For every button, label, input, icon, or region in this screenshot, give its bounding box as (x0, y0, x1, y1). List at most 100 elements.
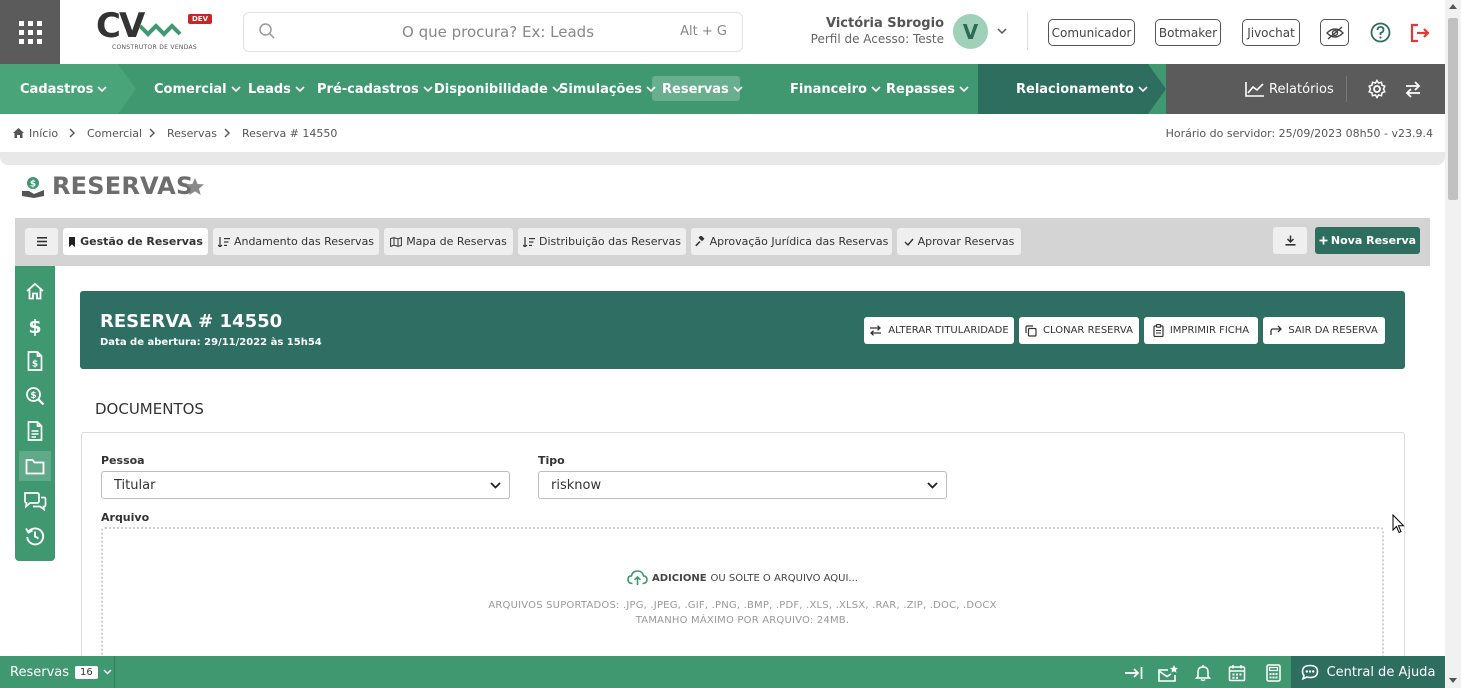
breadcrumb-inicio[interactable]: Início (29, 127, 58, 140)
folder-icon (25, 458, 45, 474)
dropzone-add-text: ADICIONE (652, 572, 707, 584)
tab-aprovacao-juridica[interactable]: Aprovação Jurídica das Reservas (691, 228, 892, 255)
search-shortcut-hint: Alt + G (680, 24, 727, 39)
logout-button[interactable] (1408, 19, 1432, 46)
chevron-down-icon (733, 86, 743, 93)
tipo-select[interactable]: risknow (538, 471, 947, 499)
nav-reservas[interactable]: Reservas (662, 64, 743, 114)
arrow-to-right-icon (1124, 667, 1142, 679)
sidebar-item-boleto[interactable]: $ (15, 346, 55, 376)
download-icon (1285, 235, 1295, 246)
nav-cadastros[interactable]: Cadastros (20, 64, 108, 114)
sidebar-item-pesquisa-financeira[interactable]: $ (15, 381, 55, 411)
download-button[interactable] (1273, 227, 1307, 254)
apps-menu-button[interactable] (0, 0, 60, 64)
breadcrumb-current: Reserva # 14550 (242, 127, 338, 140)
calculator-button[interactable] (1262, 662, 1284, 684)
nav-leads[interactable]: Leads (248, 64, 305, 114)
tab-aprovar-reservas[interactable]: Aprovar Reservas (897, 228, 1021, 255)
avatar[interactable]: V (953, 14, 988, 49)
logo[interactable]: CV DEV CONSTRUTOR DE VENDAS (92, 0, 232, 64)
collapse-panel-button[interactable] (1122, 662, 1144, 684)
user-info[interactable]: Victória Sbrogio Perfil de Acesso: Teste (798, 15, 944, 47)
chevron-right-icon (224, 128, 230, 138)
tabs-menu-button[interactable] (25, 228, 58, 255)
star-icon[interactable] (185, 177, 205, 196)
supported-formats: ARQUIVOS SUPORTADOS: .JPG, .JPEG, .GIF, … (488, 600, 997, 611)
notifications-button[interactable] (1192, 662, 1214, 684)
nav-repasses[interactable]: Repasses (886, 64, 969, 114)
calendar-button[interactable] (1226, 662, 1248, 684)
chat-bubbles-icon (24, 492, 47, 511)
sair-reserva-button[interactable]: SAIR DA RESERVA (1263, 317, 1385, 344)
imprimir-ficha-button[interactable]: IMPRIMIR FICHA (1144, 317, 1258, 344)
nav-pre-cadastros[interactable]: Pré-cadastros (317, 64, 433, 114)
tab-mapa-reservas[interactable]: Mapa de Reservas (384, 228, 513, 255)
nav-comercial[interactable]: Comercial (154, 64, 241, 114)
chevron-right-icon (149, 128, 155, 138)
alterar-titularidade-button[interactable]: ALTERAR TITULARIDADE (864, 317, 1014, 344)
svg-text:$: $ (30, 180, 36, 190)
chevron-down-icon (423, 86, 433, 93)
scroll-up-arrow[interactable] (1449, 4, 1457, 9)
sidebar-item-home[interactable] (15, 276, 55, 306)
nav-simulacoes[interactable]: Simulações (559, 64, 656, 114)
sidebar-item-historico[interactable] (15, 521, 55, 551)
mail-star-icon (1158, 664, 1178, 682)
chevron-down-icon[interactable] (996, 25, 1008, 37)
scrollbar-thumb[interactable] (1448, 18, 1458, 200)
chevron-down-icon (97, 86, 108, 93)
nav-label: Repasses (886, 81, 955, 97)
nav-relatorios[interactable]: Relatórios (1245, 64, 1334, 114)
switch-button[interactable] (1403, 64, 1423, 114)
breadcrumb-comercial[interactable]: Comercial (87, 127, 142, 140)
nav-relacionamento[interactable]: Relacionamento (1016, 64, 1148, 114)
tab-andamento-reservas[interactable]: Andamento das Reservas (213, 228, 379, 255)
nav-financeiro[interactable]: Financeiro (790, 64, 881, 114)
clonar-reserva-button[interactable]: CLONAR RESERVA (1019, 317, 1139, 344)
global-search[interactable]: Alt + G (243, 12, 743, 52)
nav-disponibilidade[interactable]: Disponibilidade (434, 64, 562, 114)
logo-text: CV (96, 6, 145, 46)
nav-label: Pré-cadastros (317, 81, 419, 97)
scroll-down-arrow[interactable] (1449, 678, 1457, 683)
botmaker-button[interactable]: Botmaker (1155, 19, 1221, 46)
search-input[interactable] (244, 13, 742, 51)
gear-icon (1368, 79, 1386, 99)
button-label: CLONAR RESERVA (1043, 325, 1133, 336)
breadcrumb-reservas[interactable]: Reservas (167, 127, 217, 140)
context-selector[interactable]: Reservas 16 (0, 656, 115, 688)
button-label: ALTERAR TITULARIDADE (888, 325, 1009, 336)
sidebar-item-documentos[interactable] (19, 451, 51, 481)
swap-arrows-icon (870, 325, 882, 336)
help-button[interactable] (1368, 19, 1392, 46)
money-hand-icon: $ (22, 177, 44, 198)
tab-gestao-reservas[interactable]: Gestão de Reservas (63, 228, 208, 255)
document-icon (27, 421, 43, 441)
sort-icon (217, 236, 230, 247)
button-label: IMPRIMIR FICHA (1169, 325, 1250, 336)
jivochat-button[interactable]: Jivochat (1242, 19, 1300, 46)
central-ajuda-button[interactable]: Central de Ajuda (1291, 656, 1445, 688)
pessoa-select[interactable]: Titular (101, 471, 510, 499)
nova-reserva-label: Nova Reserva (1330, 234, 1417, 247)
hide-values-button[interactable] (1320, 19, 1349, 46)
sidebar-item-financeiro[interactable]: $ (15, 311, 55, 341)
tab-distribuicao-reservas[interactable]: Distribuição das Reservas (518, 228, 686, 255)
eye-off-icon (1325, 25, 1344, 40)
svg-text:$: $ (28, 316, 41, 336)
reserva-title: RESERVA # 14550 (100, 311, 283, 332)
tab-label: Gestão de Reservas (80, 235, 203, 248)
comunicador-button[interactable]: Comunicador (1048, 19, 1135, 46)
nova-reserva-button[interactable]: Nova Reserva (1315, 227, 1420, 254)
settings-button[interactable] (1367, 64, 1387, 114)
mail-notifications-button[interactable] (1157, 662, 1179, 684)
sidebar-item-contrato[interactable] (15, 416, 55, 446)
search-dollar-icon: $ (26, 387, 45, 406)
nav-label: Reservas (662, 81, 729, 97)
dropzone-prompt[interactable]: ADICIONE OU SOLTE O ARQUIVO AQUI... (101, 570, 1384, 586)
central-ajuda-label: Central de Ajuda (1326, 664, 1436, 680)
nav-label: Cadastros (20, 81, 94, 97)
sidebar-item-mensagens[interactable] (15, 486, 55, 516)
pessoa-label: Pessoa (101, 454, 145, 467)
